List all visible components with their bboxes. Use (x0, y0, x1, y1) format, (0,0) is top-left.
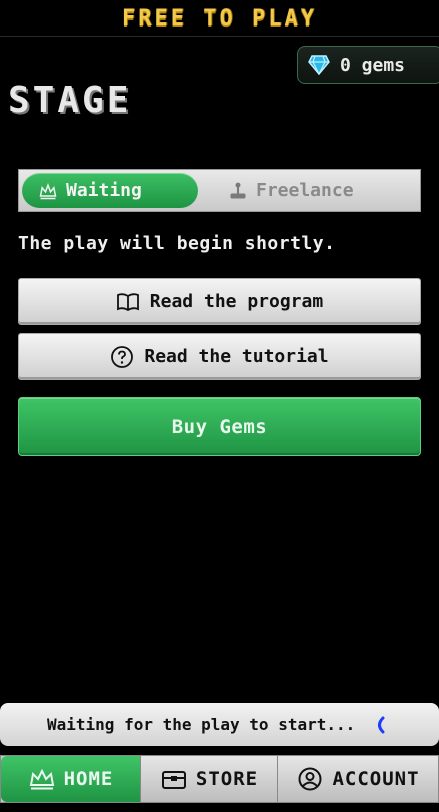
toggle-label-waiting: Waiting (66, 180, 142, 201)
mode-toggle: Waiting Freelance (18, 169, 421, 212)
bottom-nav: HOME STORE ACCOUNT (0, 755, 439, 803)
joystick-icon (230, 182, 246, 198)
nav-item-account[interactable]: ACCOUNT (278, 756, 438, 802)
chest-icon (161, 771, 186, 789)
toggle-label-freelance: Freelance (256, 180, 354, 201)
nav-label-store: STORE (195, 768, 259, 790)
top-bar: FREE TO PLAY (0, 0, 439, 37)
page-title: STAGE (8, 80, 132, 121)
spinner-icon (378, 716, 385, 733)
status-message: The play will begin shortly. (18, 233, 336, 254)
question-icon (111, 345, 134, 368)
crown-icon (29, 768, 54, 790)
read-program-button[interactable]: Read the program (18, 278, 421, 325)
nav-item-home[interactable]: HOME (1, 756, 141, 802)
app-title: FREE TO PLAY (122, 5, 317, 31)
crown-icon (39, 182, 57, 199)
nav-label-account: ACCOUNT (332, 768, 420, 790)
gems-count: 0 gems (340, 54, 406, 76)
nav-item-store[interactable]: STORE (141, 756, 278, 802)
read-program-label: Read the program (149, 291, 324, 312)
status-bar: Waiting for the play to start... (0, 703, 439, 746)
user-icon (298, 767, 322, 791)
gems-counter[interactable]: 0 gems (297, 46, 439, 84)
buy-gems-label: Buy Gems (171, 415, 268, 438)
toggle-option-waiting[interactable]: Waiting (22, 173, 198, 208)
toggle-option-freelance[interactable]: Freelance (198, 173, 417, 208)
status-bar-text: Waiting for the play to start... (47, 715, 356, 734)
buy-gems-button[interactable]: Buy Gems (18, 397, 421, 456)
nav-label-home: HOME (63, 768, 114, 790)
read-tutorial-label: Read the tutorial (144, 346, 329, 367)
book-icon (116, 292, 139, 311)
gem-icon (308, 55, 330, 75)
read-tutorial-button[interactable]: Read the tutorial (18, 333, 421, 380)
